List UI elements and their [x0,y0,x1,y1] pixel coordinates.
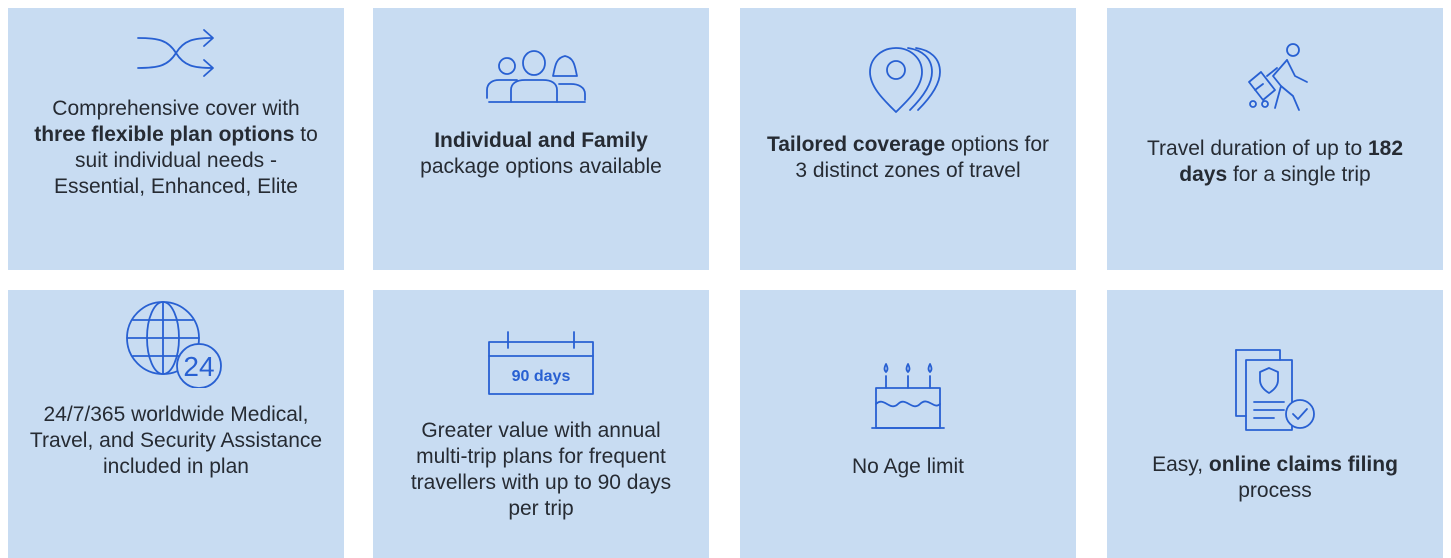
feature-card-online-claims: Easy, online claims filing process [1107,290,1443,558]
feature-text-bold: Tailored coverage [766,133,946,156]
feature-text-pre: Easy, [1152,453,1209,476]
map-pins-icon [869,47,941,113]
feature-text-pre: No Age limit [851,455,965,478]
feature-text-pre: Comprehensive cover with [52,97,300,120]
feature-text-post: process [1238,479,1312,502]
feature-text: Individual and Family package options av… [373,128,709,180]
feature-card-annual-multi-trip: 90 days Greater value with annual multi-… [373,290,709,558]
traveller-icon [1248,43,1308,111]
shuffle-icon [137,29,214,77]
feature-text-bold: Individual and Family [434,129,648,152]
feature-card-assistance: 24 24/7/365 worldwide Medical, Travel, a… [8,290,344,558]
feature-card-plan-options: Comprehensive cover with three flexible … [8,8,344,270]
calendar-label: 90 days [512,368,571,385]
feature-text-pre: Travel duration of up to [1146,137,1368,160]
feature-text-bold: online claims filing [1208,453,1398,476]
calendar-icon: 90 days [488,331,594,395]
globe-24-icon: 24 [126,301,222,388]
feature-text-post: for a single trip [1227,163,1371,186]
feature-text: Tailored coverage options for 3 distinct… [740,132,1076,184]
feature-card-family: Individual and Family package options av… [373,8,709,270]
feature-text: Greater value with annual multi-trip pla… [373,418,709,522]
birthday-cake-icon [871,363,945,429]
feature-text: No Age limit [832,454,984,480]
feature-text: Travel duration of up to 182 days for a … [1107,136,1443,188]
feature-text: 24/7/365 worldwide Medical, Travel, and … [8,402,344,480]
feature-text-post: package options available [420,155,662,178]
claim-documents-icon [1235,349,1315,431]
feature-card-coverage-zones: Tailored coverage options for 3 distinct… [740,8,1076,270]
globe-24-label: 24 [183,351,214,382]
feature-text: Comprehensive cover with three flexible … [8,96,344,200]
feature-card-no-age-limit: No Age limit [740,290,1076,558]
feature-text-bold: three flexible plan options [34,123,295,146]
family-icon [486,50,586,103]
features-grid: Comprehensive cover with three flexible … [8,8,1445,558]
feature-text-pre: Greater value with annual multi-trip pla… [410,419,672,520]
feature-text: Easy, online claims filing process [1107,452,1443,504]
feature-text-pre: 24/7/365 worldwide Medical, Travel, and … [29,403,323,478]
feature-card-trip-duration: Travel duration of up to 182 days for a … [1107,8,1443,270]
